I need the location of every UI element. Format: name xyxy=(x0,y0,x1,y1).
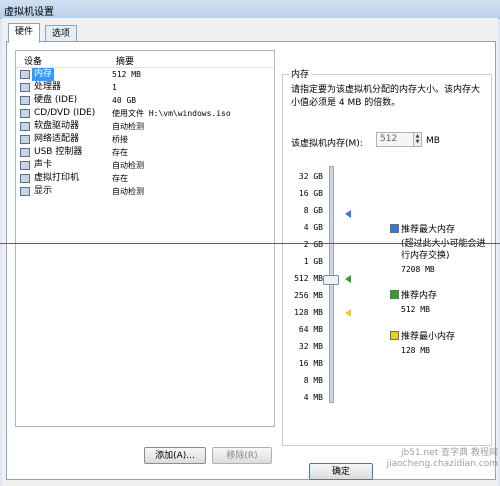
ok-button[interactable]: 确定 xyxy=(309,463,373,480)
device-summary: 存在 xyxy=(112,174,128,183)
title-bar: 虚拟机设置 xyxy=(0,0,500,19)
device-row[interactable]: 内存 512 MB xyxy=(16,68,274,81)
memory-scale-label: 512 MB xyxy=(294,274,323,283)
memory-group: 内存 请指定要为该虚拟机分配的内存大小。该内存大小值必须是 4 MB 的倍数。 … xyxy=(282,67,492,446)
device-summary: 40 GB xyxy=(112,96,137,105)
memory-scale-label: 128 MB xyxy=(294,308,323,317)
printer-icon xyxy=(20,174,30,183)
cd-dvd-icon xyxy=(20,109,30,118)
display-icon xyxy=(20,187,30,196)
device-name: USB 控制器 xyxy=(34,147,83,157)
memory-scale-label: 32 MB xyxy=(298,342,323,351)
memory-scale-label: 1 GB xyxy=(303,257,323,266)
device-row[interactable]: USB 控制器 存在 xyxy=(16,146,274,159)
device-name: 处理器 xyxy=(34,82,62,92)
memory-scale-label: 16 MB xyxy=(298,359,323,368)
max-memory-legend-swatch xyxy=(390,224,399,233)
max-memory-legend-value: 7208 MB xyxy=(401,265,435,274)
memory-scale-label: 8 GB xyxy=(303,206,323,215)
memory-spinner[interactable]: ▲ ▼ xyxy=(413,132,422,147)
device-name: 硬盘 (IDE) xyxy=(34,95,78,105)
floppy-icon xyxy=(20,122,30,131)
device-name: 网络适配器 xyxy=(34,134,80,144)
memory-unit: MB xyxy=(426,136,440,146)
device-row[interactable]: 硬盘 (IDE) 40 GB xyxy=(16,94,274,107)
min-memory-legend-swatch xyxy=(390,331,399,340)
tab-hardware[interactable]: 硬件 xyxy=(8,23,41,43)
device-row[interactable]: 显示 自动检测 xyxy=(16,185,274,198)
recommended-marker xyxy=(345,275,351,283)
device-row[interactable]: 网络适配器 桥接 xyxy=(16,133,274,146)
device-row[interactable]: 虚拟打印机 存在 xyxy=(16,172,274,185)
device-summary: 自动检测 xyxy=(112,187,144,196)
add-button[interactable]: 添加(A)... xyxy=(144,447,206,464)
window-body: 硬件 选项 设备 摘要 内存 512 MB 处理器 1 硬盘 (IDE) 40 GB CD/… xyxy=(2,18,498,486)
hardware-panel: 设备 摘要 内存 512 MB 处理器 1 硬盘 (IDE) 40 GB CD/DVD (I… xyxy=(6,41,496,480)
memory-input[interactable]: 512 xyxy=(376,132,414,147)
memory-scale-label: 4 GB xyxy=(303,223,323,232)
memory-scale-label: 16 GB xyxy=(298,189,323,198)
memory-scale-label: 4 MB xyxy=(303,393,323,402)
max-recommended-marker xyxy=(345,210,351,218)
red-guide-line xyxy=(0,243,500,244)
memory-field-label: 该虚拟机内存(M): xyxy=(291,139,363,149)
memory-icon xyxy=(20,70,30,79)
min-recommended-marker xyxy=(345,309,351,317)
usb-icon xyxy=(20,148,30,157)
watermark: jb51.net 查字典 教程网 jiaocheng.chazidian.com xyxy=(386,448,498,469)
memory-group-title: 内存 xyxy=(289,67,312,80)
device-row[interactable]: 处理器 1 xyxy=(16,81,274,94)
hard-disk-icon xyxy=(20,96,30,105)
device-row[interactable]: 声卡 自动检测 xyxy=(16,159,274,172)
device-summary: 1 xyxy=(112,83,117,92)
min-memory-legend-title: 推荐最小内存 xyxy=(401,332,456,342)
memory-slider-thumb[interactable] xyxy=(323,275,339,285)
min-memory-legend-value: 128 MB xyxy=(401,346,430,355)
remove-button[interactable]: 移除(R) xyxy=(212,447,272,464)
device-name: 软盘驱动器 xyxy=(34,121,80,131)
memory-description: 请指定要为该虚拟机分配的内存大小。该内存大小值必须是 4 MB 的倍数。 xyxy=(291,85,481,108)
tab-options[interactable]: 选项 xyxy=(45,25,78,42)
column-header-device: 设备 xyxy=(24,57,43,67)
device-table: 设备 摘要 内存 512 MB 处理器 1 硬盘 (IDE) 40 GB CD/DVD (I… xyxy=(15,50,275,427)
max-memory-legend-note: (超过此大小可能会进行内存交换) xyxy=(401,239,486,261)
device-table-header: 设备 摘要 xyxy=(16,51,274,68)
processor-icon xyxy=(20,83,30,92)
device-name: CD/DVD (IDE) xyxy=(34,108,96,118)
memory-scale-label: 256 MB xyxy=(294,291,323,300)
device-summary: 自动检测 xyxy=(112,122,144,131)
window-title: 虚拟机设置 xyxy=(4,7,54,18)
memory-scale-label: 2 GB xyxy=(303,240,323,249)
recommended-memory-legend-title: 推荐内存 xyxy=(401,291,438,301)
device-row[interactable]: 软盘驱动器 自动检测 xyxy=(16,120,274,133)
device-name: 内存 xyxy=(32,68,55,81)
device-row[interactable]: CD/DVD (IDE) 使用文件 H:\vm\windows.iso xyxy=(16,107,274,120)
device-name: 声卡 xyxy=(34,160,53,170)
max-memory-legend-title: 推荐最大内存 xyxy=(401,225,456,235)
sound-card-icon xyxy=(20,161,30,170)
column-header-summary: 摘要 xyxy=(116,57,135,67)
device-summary: 桥接 xyxy=(112,135,128,144)
memory-scale-label: 32 GB xyxy=(298,172,323,181)
memory-scale-label: 8 MB xyxy=(303,376,323,385)
device-summary: 存在 xyxy=(112,148,128,157)
memory-scale-label: 64 MB xyxy=(298,325,323,334)
device-name: 显示 xyxy=(34,186,53,196)
recommended-memory-legend-swatch xyxy=(390,290,399,299)
network-adapter-icon xyxy=(20,135,30,144)
device-summary: 自动检测 xyxy=(112,161,144,170)
device-name: 虚拟打印机 xyxy=(34,173,80,183)
recommended-memory-legend-value: 512 MB xyxy=(401,305,430,314)
device-summary: 使用文件 H:\vm\windows.iso xyxy=(112,109,231,118)
device-summary: 512 MB xyxy=(112,70,141,79)
